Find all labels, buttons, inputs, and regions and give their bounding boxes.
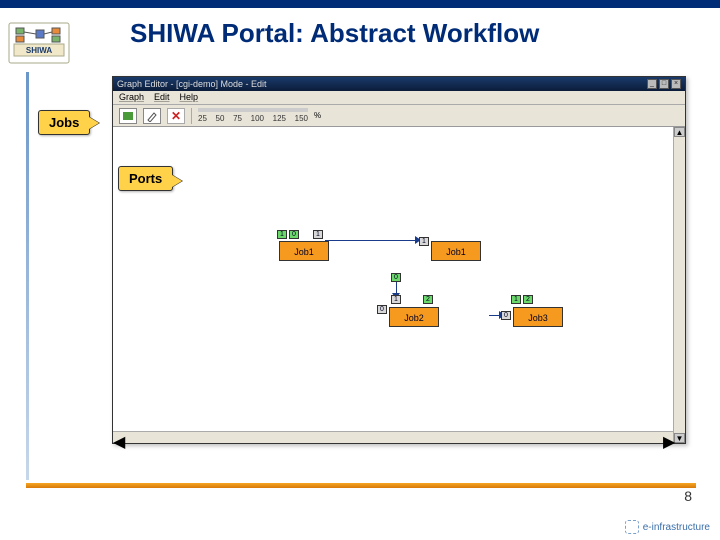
edge (325, 240, 417, 241)
new-node-button[interactable] (119, 108, 137, 124)
scroll-up-icon[interactable]: ▲ (674, 127, 685, 137)
port[interactable]: 1 (511, 295, 521, 304)
menu-edit[interactable]: Edit (154, 92, 170, 103)
graph-editor-window: Graph Editor - [cgi-demo] Mode - Edit _ … (112, 76, 686, 444)
port[interactable]: 1 (313, 230, 323, 239)
svg-text:SHIWA: SHIWA (26, 46, 52, 55)
port[interactable]: 0 (501, 311, 511, 320)
slide-title: SHIWA Portal: Abstract Workflow (130, 18, 539, 49)
zoom-tick: 25 (198, 114, 207, 123)
delete-button[interactable]: ✕ (167, 108, 185, 124)
job-node[interactable]: Job3 (513, 307, 563, 327)
bottom-decor-bar (26, 483, 696, 488)
menu-bar: Graph Edit Help (113, 91, 685, 105)
window-titlebar[interactable]: Graph Editor - [cgi-demo] Mode - Edit _ … (113, 77, 685, 91)
edit-button[interactable] (143, 108, 161, 124)
window-title-text: Graph Editor - [cgi-demo] Mode - Edit (117, 79, 267, 89)
zoom-tick: 150 (295, 114, 308, 123)
port[interactable]: 0 (391, 273, 401, 282)
scroll-down-icon[interactable]: ▼ (674, 433, 685, 443)
port[interactable]: 1 (277, 230, 287, 239)
footer-brand-icon (625, 520, 639, 534)
job-node[interactable]: Job1 (279, 241, 329, 261)
callout-ports: Ports (118, 166, 173, 191)
zoom-tick: 100 (251, 114, 264, 123)
zoom-tick: 75 (233, 114, 242, 123)
zoom-slider[interactable]: 25 50 75 100 125 150 (198, 108, 308, 123)
footer-brand: e-infrastructure (625, 520, 710, 534)
job-node[interactable]: Job1 (431, 241, 481, 261)
vertical-scrollbar[interactable]: ▲ ▼ (673, 127, 685, 443)
shiwa-logo: SHIWA (8, 22, 70, 64)
window-maximize-button[interactable]: □ (659, 79, 669, 89)
window-minimize-button[interactable]: _ (647, 79, 657, 89)
menu-graph[interactable]: Graph (119, 92, 144, 103)
page-number: 8 (684, 488, 692, 504)
zoom-tick: 125 (273, 114, 286, 123)
window-close-button[interactable]: × (671, 79, 681, 89)
port[interactable]: 0 (377, 305, 387, 314)
port[interactable]: 2 (523, 295, 533, 304)
toolbar: ✕ 25 50 75 100 125 150 % (113, 105, 685, 127)
port[interactable]: 2 (423, 295, 433, 304)
scroll-right-icon[interactable]: ▶ (663, 432, 673, 443)
port[interactable]: 1 (419, 237, 429, 246)
top-decor-bar (0, 0, 720, 8)
job-node[interactable]: Job2 (389, 307, 439, 327)
callout-jobs: Jobs (38, 110, 90, 135)
horizontal-scrollbar[interactable]: ◀ ▶ (113, 431, 673, 443)
workflow-canvas[interactable]: Job1 Job1 Job2 Job3 1 0 1 1 0 0 1 2 0 1 … (113, 127, 673, 443)
port[interactable]: 0 (289, 230, 299, 239)
port[interactable]: 1 (391, 295, 401, 304)
zoom-tick: 50 (216, 114, 225, 123)
zoom-pct-label: % (314, 111, 321, 120)
scroll-left-icon[interactable]: ◀ (113, 432, 123, 443)
left-decor-line (26, 72, 29, 480)
menu-help[interactable]: Help (180, 92, 199, 103)
